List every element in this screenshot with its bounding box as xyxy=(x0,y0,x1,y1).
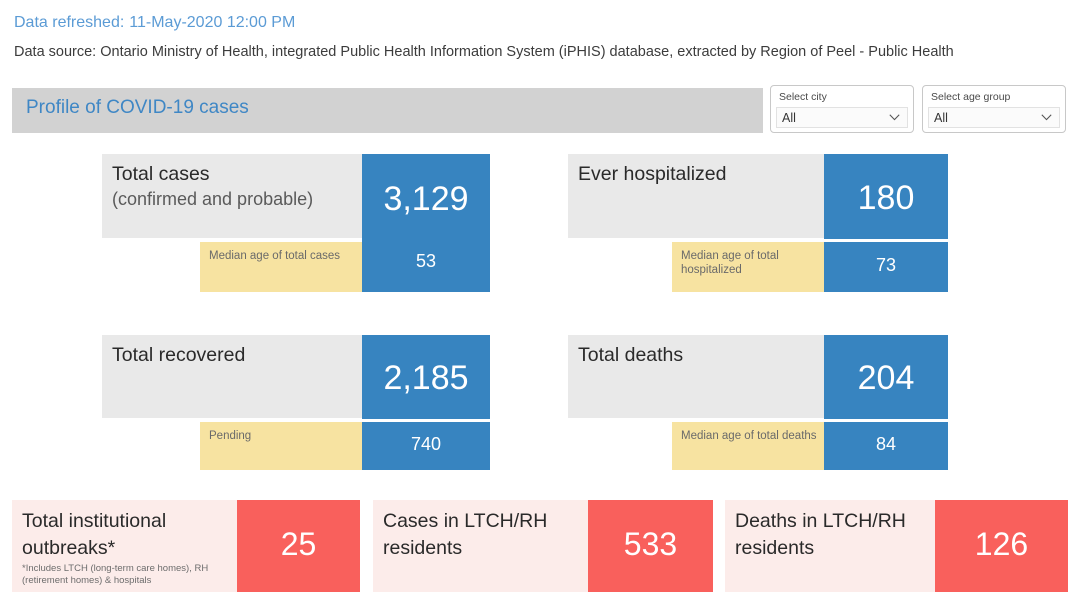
kpi-card-total-cases-value-block: 3,129 53 xyxy=(362,154,490,292)
kpi-secondary-value: 53 xyxy=(415,251,437,271)
kpi-card-total-recovered-value-top: 2,185 xyxy=(362,335,490,419)
slicer-age-group-value: All xyxy=(934,111,948,125)
kpi-card-ever-hospitalized-value-bottom: 73 xyxy=(824,242,948,292)
outbreak-card-title: Deaths in LTCH/RH residents xyxy=(735,510,906,559)
slicer-city-dropdown[interactable]: All xyxy=(776,107,908,128)
data-source-line: Data source: Ontario Ministry of Health,… xyxy=(14,44,954,60)
outbreak-card-value: 126 xyxy=(974,526,1029,562)
kpi-secondary-value: 84 xyxy=(875,434,897,454)
kpi-card-total-recovered-label: Total recovered xyxy=(102,335,364,418)
chevron-down-icon[interactable] xyxy=(1041,114,1052,121)
outbreak-card-title: Total institutional outbreaks* xyxy=(22,510,167,559)
kpi-value: 2,185 xyxy=(383,359,469,397)
slicer-select-city[interactable]: Select city All xyxy=(770,85,914,133)
kpi-secondary-label: Median age of total cases xyxy=(209,250,341,262)
outbreak-card-title: Cases in LTCH/RH residents xyxy=(383,510,548,559)
slicer-age-group-label: Select age group xyxy=(931,91,1011,103)
page-title: Profile of COVID-19 cases xyxy=(26,97,249,118)
kpi-card-total-cases-label: Total cases (confirmed and probable) xyxy=(102,154,364,238)
page-title-bar: Profile of COVID-19 cases xyxy=(12,88,763,133)
data-refreshed-label: Data refreshed: xyxy=(14,14,125,31)
kpi-value: 3,129 xyxy=(383,180,469,218)
data-refreshed-value: 11-May-2020 12:00 PM xyxy=(129,14,296,31)
kpi-secondary-label: Pending xyxy=(209,430,252,442)
kpi-card-total-recovered-value-bottom: 740 xyxy=(362,422,490,470)
kpi-secondary-label: Median age of total hospitalized xyxy=(681,250,779,276)
kpi-title: Total deaths xyxy=(578,344,684,366)
outbreak-card-value: 533 xyxy=(623,526,678,562)
data-refreshed-line: Data refreshed: 11-May-2020 12:00 PM xyxy=(14,14,295,32)
kpi-card-total-deaths-value-bottom: 84 xyxy=(824,422,948,470)
outbreak-card-total-institutional-outbreaks-value-block: 25 xyxy=(237,500,360,592)
kpi-title: Total cases xyxy=(112,163,210,185)
kpi-card-total-recovered-secondary-label: Pending xyxy=(200,422,362,470)
kpi-secondary-value: 73 xyxy=(875,255,897,275)
outbreak-card-note: *Includes LTCH (long-term care homes), R… xyxy=(22,563,209,586)
kpi-title: Ever hospitalized xyxy=(578,163,727,185)
kpi-secondary-value: 740 xyxy=(410,434,442,454)
outbreak-card-cases-ltch-rh-residents-value-block: 533 xyxy=(588,500,713,592)
slicer-age-group-dropdown[interactable]: All xyxy=(928,107,1060,128)
kpi-card-total-deaths-secondary-label: Median age of total deaths xyxy=(672,422,824,470)
slicer-city-value: All xyxy=(782,111,796,125)
kpi-card-ever-hospitalized-value-top: 180 xyxy=(824,154,948,239)
outbreak-card-value: 25 xyxy=(280,526,317,562)
kpi-title: Total recovered xyxy=(112,344,246,366)
kpi-card-total-cases-secondary-label: Median age of total cases xyxy=(200,242,362,292)
slicer-select-age-group[interactable]: Select age group All xyxy=(922,85,1066,133)
chevron-down-icon[interactable] xyxy=(889,114,900,121)
kpi-card-total-deaths-label: Total deaths xyxy=(568,335,824,418)
slicer-city-label: Select city xyxy=(779,91,827,103)
kpi-subtitle: (confirmed and probable) xyxy=(112,189,314,209)
kpi-card-ever-hospitalized-label: Ever hospitalized xyxy=(568,154,824,238)
outbreak-card-deaths-ltch-rh-residents-value-block: 126 xyxy=(935,500,1068,592)
kpi-value: 180 xyxy=(857,179,915,217)
kpi-secondary-label: Median age of total deaths xyxy=(681,430,817,442)
kpi-card-ever-hospitalized-secondary-label: Median age of total hospitalized xyxy=(672,242,824,292)
kpi-value: 204 xyxy=(857,359,915,397)
kpi-card-total-deaths-value-top: 204 xyxy=(824,335,948,419)
